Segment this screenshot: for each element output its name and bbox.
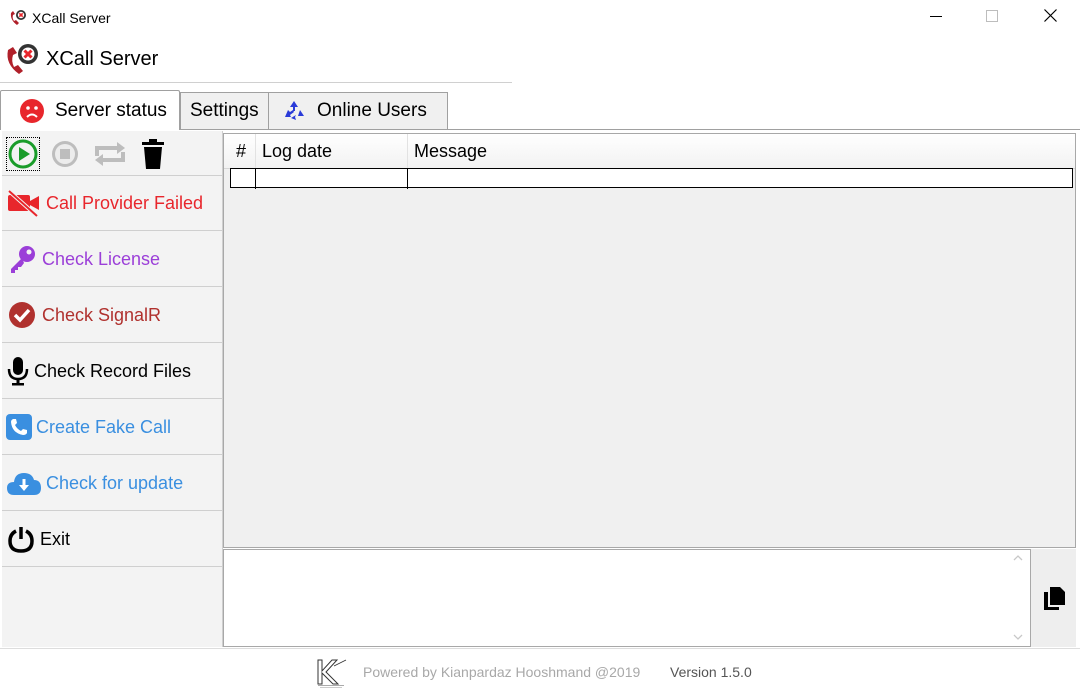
tab-label: Online Users (317, 100, 427, 121)
table-row[interactable] (230, 168, 1073, 189)
check-for-update-button[interactable]: Check for update (2, 456, 222, 511)
check-license-button[interactable]: Check License (2, 232, 222, 287)
start-button[interactable] (6, 137, 40, 171)
footer-powered-by: Powered by Kianpardaz Hooshmand @2019 (363, 664, 641, 680)
sidebar-item-label: Call Provider Failed (46, 192, 204, 213)
clear-log-button[interactable] (136, 137, 170, 171)
log-grid[interactable]: # Log date Message (223, 133, 1076, 548)
window-title: XCall Server (32, 10, 111, 26)
close-icon (1043, 9, 1057, 27)
sidebar-item-label: Exit (40, 528, 71, 549)
sidebar-item-label: Create Fake Call (36, 416, 172, 437)
sad-face-icon (19, 98, 45, 124)
sidebar-item-label: Check License (42, 248, 161, 269)
tab-label: Server status (55, 99, 167, 121)
create-fake-call-button[interactable]: Create Fake Call (2, 400, 222, 455)
cloud-download-icon (6, 467, 42, 499)
tab-online-users[interactable]: Online Users (268, 92, 448, 129)
header-logo-icon (4, 42, 42, 78)
log-detail-scrollbar[interactable] (1007, 550, 1029, 646)
sidebar-item-label: Check Record Files (34, 360, 192, 381)
sidebar: Call Provider Failed Check License Check… (2, 131, 223, 647)
sidebar-item-label: Check for update (46, 472, 184, 493)
cell-divider (407, 169, 408, 189)
phone-icon (6, 411, 32, 443)
column-header-log-date[interactable]: Log date (256, 134, 408, 168)
column-header-number[interactable]: # (230, 134, 256, 168)
play-icon (8, 139, 38, 169)
check-record-files-button[interactable]: Check Record Files (2, 344, 222, 399)
tab-label: Settings (190, 100, 259, 121)
tab-server-status[interactable]: Server status (0, 90, 180, 130)
power-icon (6, 523, 36, 555)
stop-button[interactable] (48, 137, 82, 171)
exit-button[interactable]: Exit (2, 512, 222, 567)
stop-icon (50, 139, 80, 169)
restart-button[interactable] (90, 137, 130, 171)
window-titlebar: XCall Server (0, 0, 1080, 36)
cell-divider (255, 169, 256, 189)
kianpardaz-logo-icon (314, 656, 348, 690)
header-divider (0, 82, 512, 83)
footer-divider (0, 648, 1080, 649)
check-signalr-button[interactable]: Check SignalR (2, 288, 222, 343)
maximize-icon (986, 9, 998, 27)
call-provider-failed-button[interactable]: Call Provider Failed (2, 176, 222, 231)
video-off-icon (6, 187, 42, 219)
copy-icon (1042, 585, 1066, 611)
footer-version: Version 1.5.0 (670, 664, 752, 680)
toolbar (2, 131, 222, 176)
minimize-button[interactable] (913, 0, 959, 36)
copy-button[interactable] (1031, 549, 1076, 647)
minimize-icon (930, 9, 942, 27)
trash-icon (140, 139, 166, 169)
xcall-logo-icon (8, 8, 28, 28)
column-header-message[interactable]: Message (408, 134, 1008, 168)
close-button[interactable] (1027, 0, 1073, 36)
tab-settings[interactable]: Settings (180, 92, 280, 129)
header-title: XCall Server (46, 48, 159, 70)
grid-header: # Log date Message (224, 134, 1075, 169)
repeat-icon (91, 140, 129, 168)
recycle-icon (281, 98, 307, 124)
check-circle-icon (6, 299, 38, 331)
microphone-icon (6, 355, 30, 387)
log-detail-textarea[interactable] (223, 549, 1031, 647)
maximize-button[interactable] (969, 0, 1015, 36)
key-icon (6, 243, 38, 275)
sidebar-item-label: Check SignalR (42, 304, 162, 325)
